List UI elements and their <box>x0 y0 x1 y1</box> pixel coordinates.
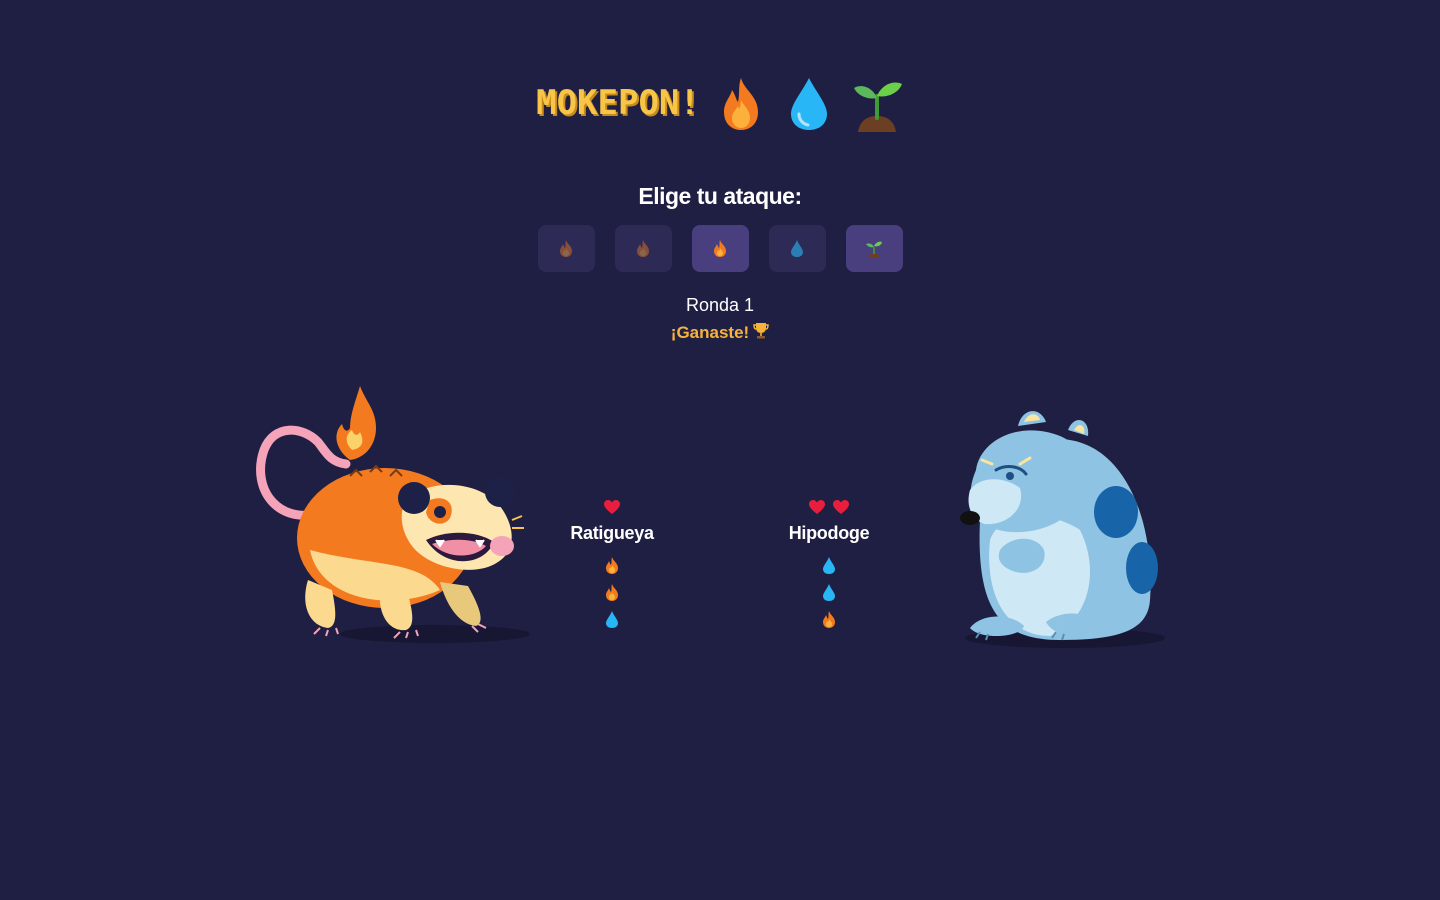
plant-icon <box>850 74 904 132</box>
enemy-name: Hipodoge <box>788 523 870 543</box>
result-message: ¡Ganaste! <box>0 322 1440 344</box>
fire-icon <box>714 74 768 132</box>
heart-icon <box>603 499 621 515</box>
attack-button-plant[interactable] <box>845 225 903 272</box>
heart-icon <box>808 499 826 515</box>
plant-icon <box>865 239 883 258</box>
fire-icon <box>603 583 621 602</box>
fire-icon <box>820 610 838 629</box>
enemy-lives <box>759 497 899 517</box>
attack-prompt: Elige tu ataque: <box>638 183 802 209</box>
player-lives <box>542 497 682 517</box>
title-bar: MOKEPON! <box>0 74 1440 132</box>
trophy-icon <box>753 322 769 344</box>
fire-icon <box>603 556 621 575</box>
round-label: Ronda 1 <box>685 295 755 315</box>
attack-button-water[interactable] <box>768 225 826 272</box>
fire-icon <box>557 239 575 258</box>
water-icon <box>782 74 836 132</box>
heart-icon <box>832 499 850 515</box>
water-icon <box>820 583 838 602</box>
game-screen: MOKEPON! Elige tu ataque: Ronda 1 ¡Ganas… <box>0 0 1440 900</box>
attack-button-fire[interactable] <box>537 225 595 272</box>
enemy-attack-history <box>759 556 899 629</box>
result-text: ¡Ganaste! <box>670 323 750 342</box>
water-icon <box>603 610 621 629</box>
player-panel: Ratigueya <box>542 497 682 629</box>
water-icon <box>788 239 806 258</box>
attack-button-fire[interactable] <box>691 225 749 272</box>
player-attack-history <box>542 556 682 629</box>
fire-icon <box>634 239 652 258</box>
game-title: MOKEPON! <box>536 83 700 123</box>
enemy-mokepon-image <box>940 400 1170 652</box>
attack-button-fire[interactable] <box>614 225 672 272</box>
player-mokepon-image <box>250 380 535 650</box>
water-icon <box>820 556 838 575</box>
player-name: Ratigueya <box>570 523 654 543</box>
fire-icon <box>711 239 729 258</box>
enemy-panel: Hipodoge <box>759 497 899 629</box>
attack-buttons <box>0 225 1440 272</box>
